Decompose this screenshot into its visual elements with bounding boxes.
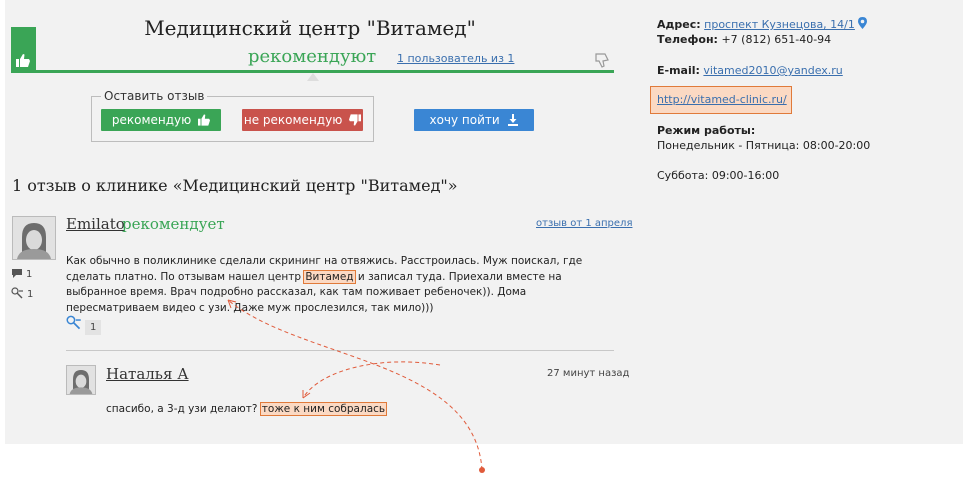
- arrowhead: [302, 390, 311, 399]
- annotation-arrow: [302, 361, 441, 399]
- arrowhead: [227, 299, 237, 309]
- annotation-arrows: [227, 299, 485, 473]
- annotation-dot: [479, 467, 485, 473]
- annotation-arrow: [227, 299, 483, 471]
